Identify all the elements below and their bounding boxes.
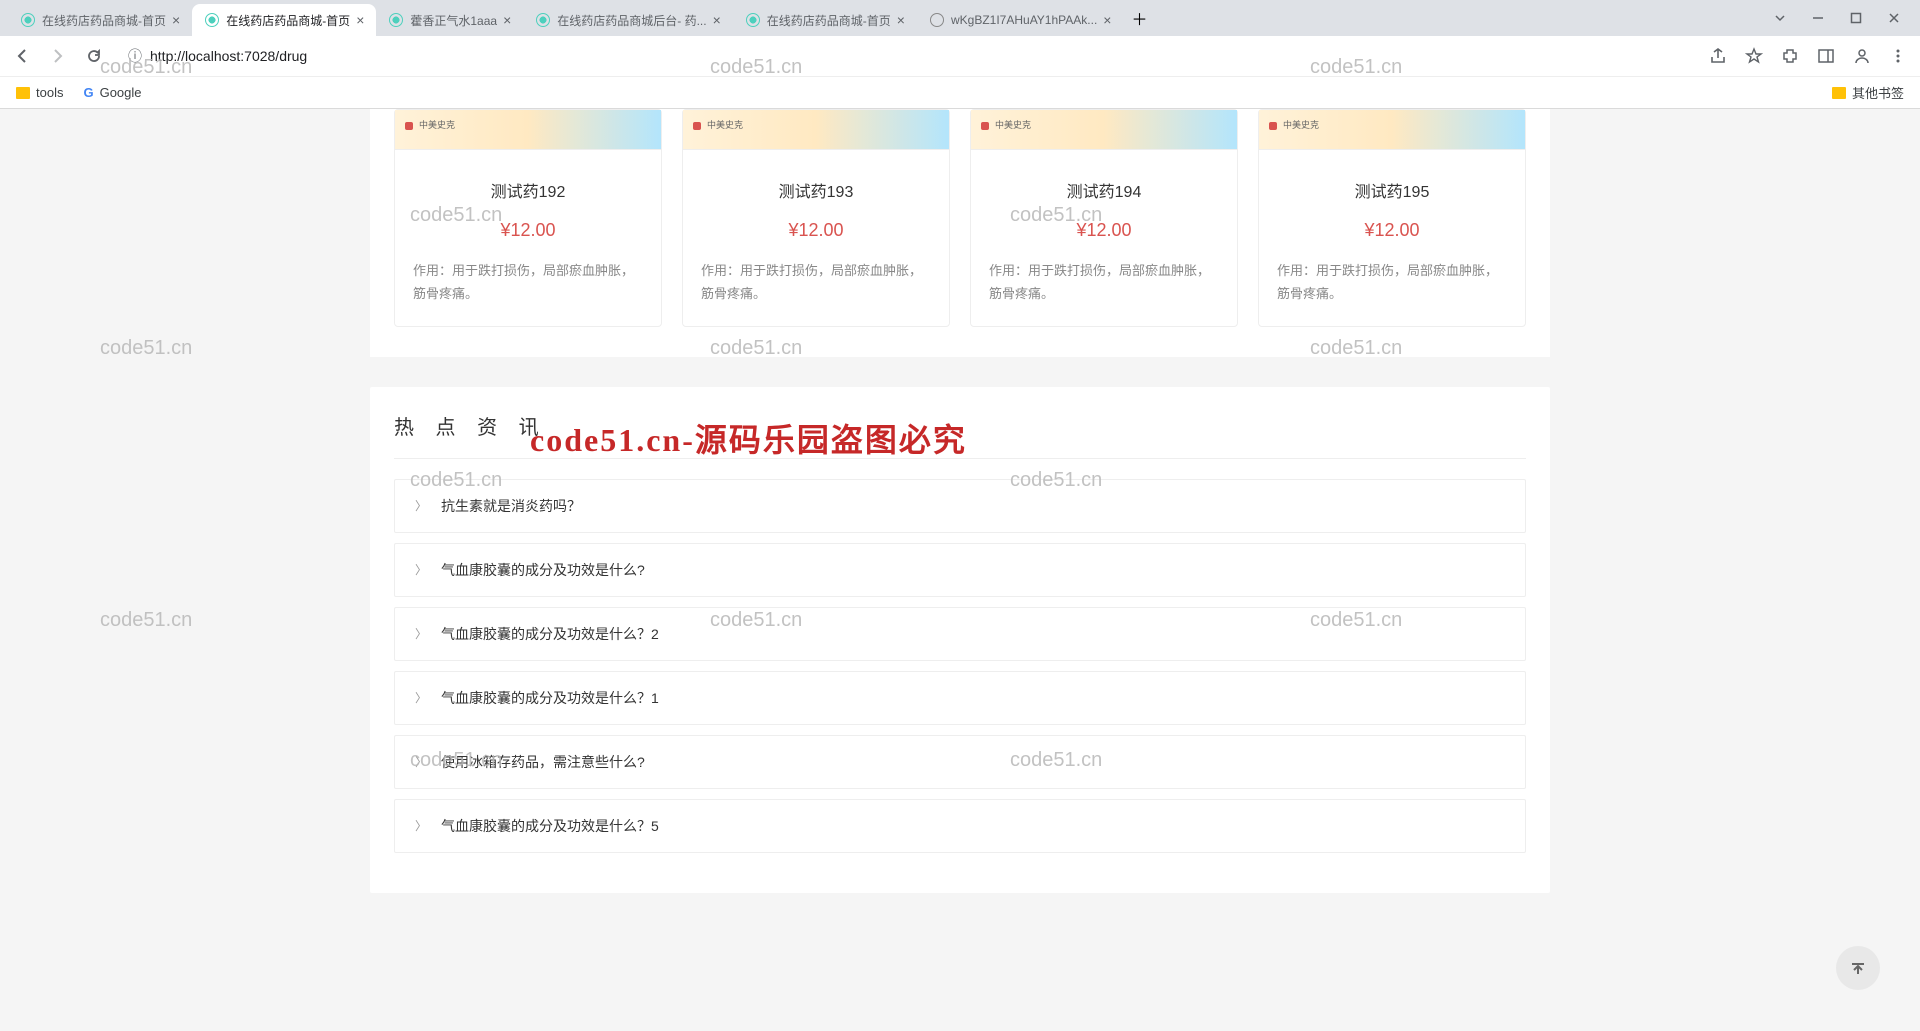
close-icon[interactable]: ×: [172, 12, 180, 28]
chevron-right-icon: 〉: [415, 817, 427, 834]
product-grid: 中美史克 测试药192 ¥12.00 作用：用于跌打损伤，局部瘀血肿胀，筋骨疼痛…: [370, 109, 1550, 357]
product-image: 中美史克: [683, 110, 949, 150]
arrow-up-icon: [1849, 959, 1867, 977]
product-card[interactable]: 中美史克 测试药195 ¥12.00 作用：用于跌打损伤，局部瘀血肿胀，筋骨疼痛…: [1258, 109, 1526, 327]
product-card[interactable]: 中美史克 测试药192 ¥12.00 作用：用于跌打损伤，局部瘀血肿胀，筋骨疼痛…: [394, 109, 662, 327]
browser-tab[interactable]: 在线药店药品商城-首页×: [733, 4, 917, 36]
product-name: 测试药195: [1259, 178, 1525, 202]
news-item[interactable]: 〉气血康胶囊的成分及功效是什么?: [394, 543, 1526, 597]
product-price: ¥12.00: [971, 220, 1237, 241]
side-panel-icon[interactable]: [1816, 46, 1836, 66]
google-icon: G: [83, 85, 93, 100]
product-name: 测试药192: [395, 178, 661, 202]
bookmark-google[interactable]: GGoogle: [83, 85, 141, 100]
bookmark-other[interactable]: 其他书签: [1832, 83, 1904, 102]
close-icon[interactable]: ×: [503, 12, 511, 28]
chevron-right-icon: 〉: [415, 561, 427, 578]
watermark: code51.cn: [100, 609, 192, 632]
window-close-icon[interactable]: [1884, 8, 1904, 28]
product-image: 中美史克: [1259, 110, 1525, 150]
close-icon[interactable]: ×: [356, 12, 364, 28]
watermark: code51.cn: [100, 337, 192, 360]
product-card[interactable]: 中美史克 测试药193 ¥12.00 作用：用于跌打损伤，局部瘀血肿胀，筋骨疼痛…: [682, 109, 950, 327]
close-icon[interactable]: ×: [1103, 12, 1111, 28]
favicon-teal-icon: [388, 12, 404, 28]
page-content: 中美史克 测试药192 ¥12.00 作用：用于跌打损伤，局部瘀血肿胀，筋骨疼痛…: [0, 109, 1920, 1031]
news-item[interactable]: 〉气血康胶囊的成分及功效是什么？5: [394, 799, 1526, 853]
product-description: 作用：用于跌打损伤，局部瘀血肿胀，筋骨疼痛。: [395, 259, 661, 306]
tab-bar: 在线药店药品商城-首页× 在线药店药品商城-首页× 藿香正气水1aaa× 在线药…: [0, 0, 1920, 36]
browser-chrome: 在线药店药品商城-首页× 在线药店药品商城-首页× 藿香正气水1aaa× 在线药…: [0, 0, 1920, 109]
minimize-icon[interactable]: [1808, 8, 1828, 28]
site-info-icon[interactable]: ⓘ: [128, 46, 142, 66]
scroll-to-top-button[interactable]: [1836, 946, 1880, 990]
product-description: 作用：用于跌打损伤，局部瘀血肿胀，筋骨疼痛。: [971, 259, 1237, 306]
bookmark-tools[interactable]: tools: [16, 85, 63, 100]
favicon-globe-icon: [929, 12, 945, 28]
favicon-teal-icon: [535, 12, 551, 28]
browser-tab[interactable]: 在线药店药品商城-首页×: [8, 4, 192, 36]
address-bar: ⓘ http://localhost:7028/drug: [0, 36, 1920, 76]
url-input[interactable]: ⓘ http://localhost:7028/drug: [116, 42, 1696, 70]
news-item[interactable]: 〉气血康胶囊的成分及功效是什么？1: [394, 671, 1526, 725]
product-price: ¥12.00: [395, 220, 661, 241]
product-name: 测试药193: [683, 178, 949, 202]
product-image: 中美史克: [395, 110, 661, 150]
browser-tab[interactable]: wKgBZ1I7AHuAY1hPAAk...×: [917, 4, 1123, 36]
news-section: 热 点 资 讯 〉抗生素就是消炎药吗？ 〉气血康胶囊的成分及功效是什么? 〉气血…: [370, 387, 1550, 893]
browser-tab[interactable]: 在线药店药品商城后台- 药...×: [523, 4, 733, 36]
product-price: ¥12.00: [683, 220, 949, 241]
extensions-icon[interactable]: [1780, 46, 1800, 66]
folder-icon: [1832, 87, 1846, 99]
product-card[interactable]: 中美史克 测试药194 ¥12.00 作用：用于跌打损伤，局部瘀血肿胀，筋骨疼痛…: [970, 109, 1238, 327]
favicon-teal-icon: [204, 12, 220, 28]
chevron-right-icon: 〉: [415, 753, 427, 770]
new-tab-button[interactable]: ＋: [1129, 8, 1149, 28]
favicon-teal-icon: [20, 12, 36, 28]
profile-icon[interactable]: [1852, 46, 1872, 66]
product-name: 测试药194: [971, 178, 1237, 202]
tabs-dropdown-icon[interactable]: [1770, 8, 1790, 28]
window-controls: [1770, 8, 1912, 28]
close-icon[interactable]: ×: [713, 12, 721, 28]
browser-tab[interactable]: 藿香正气水1aaa×: [376, 4, 523, 36]
chevron-right-icon: 〉: [415, 497, 427, 514]
product-description: 作用：用于跌打损伤，局部瘀血肿胀，筋骨疼痛。: [683, 259, 949, 306]
news-item[interactable]: 〉使用冰箱存药品，需注意些什么?: [394, 735, 1526, 789]
menu-icon[interactable]: [1888, 46, 1908, 66]
share-icon[interactable]: [1708, 46, 1728, 66]
news-item[interactable]: 〉抗生素就是消炎药吗？: [394, 479, 1526, 533]
news-item[interactable]: 〉气血康胶囊的成分及功效是什么？2: [394, 607, 1526, 661]
folder-icon: [16, 87, 30, 99]
product-price: ¥12.00: [1259, 220, 1525, 241]
reload-button[interactable]: [84, 46, 104, 66]
star-icon[interactable]: [1744, 46, 1764, 66]
bookmark-bar: tools GGoogle 其他书签: [0, 76, 1920, 108]
url-text: http://localhost:7028/drug: [150, 48, 307, 64]
forward-button[interactable]: [48, 46, 68, 66]
product-description: 作用：用于跌打损伤，局部瘀血肿胀，筋骨疼痛。: [1259, 259, 1525, 306]
favicon-teal-icon: [745, 12, 761, 28]
news-heading: 热 点 资 讯: [394, 411, 1526, 459]
close-icon[interactable]: ×: [897, 12, 905, 28]
back-button[interactable]: [12, 46, 32, 66]
product-image: 中美史克: [971, 110, 1237, 150]
chevron-right-icon: 〉: [415, 689, 427, 706]
maximize-icon[interactable]: [1846, 8, 1866, 28]
browser-tab-active[interactable]: 在线药店药品商城-首页×: [192, 4, 376, 36]
chevron-right-icon: 〉: [415, 625, 427, 642]
